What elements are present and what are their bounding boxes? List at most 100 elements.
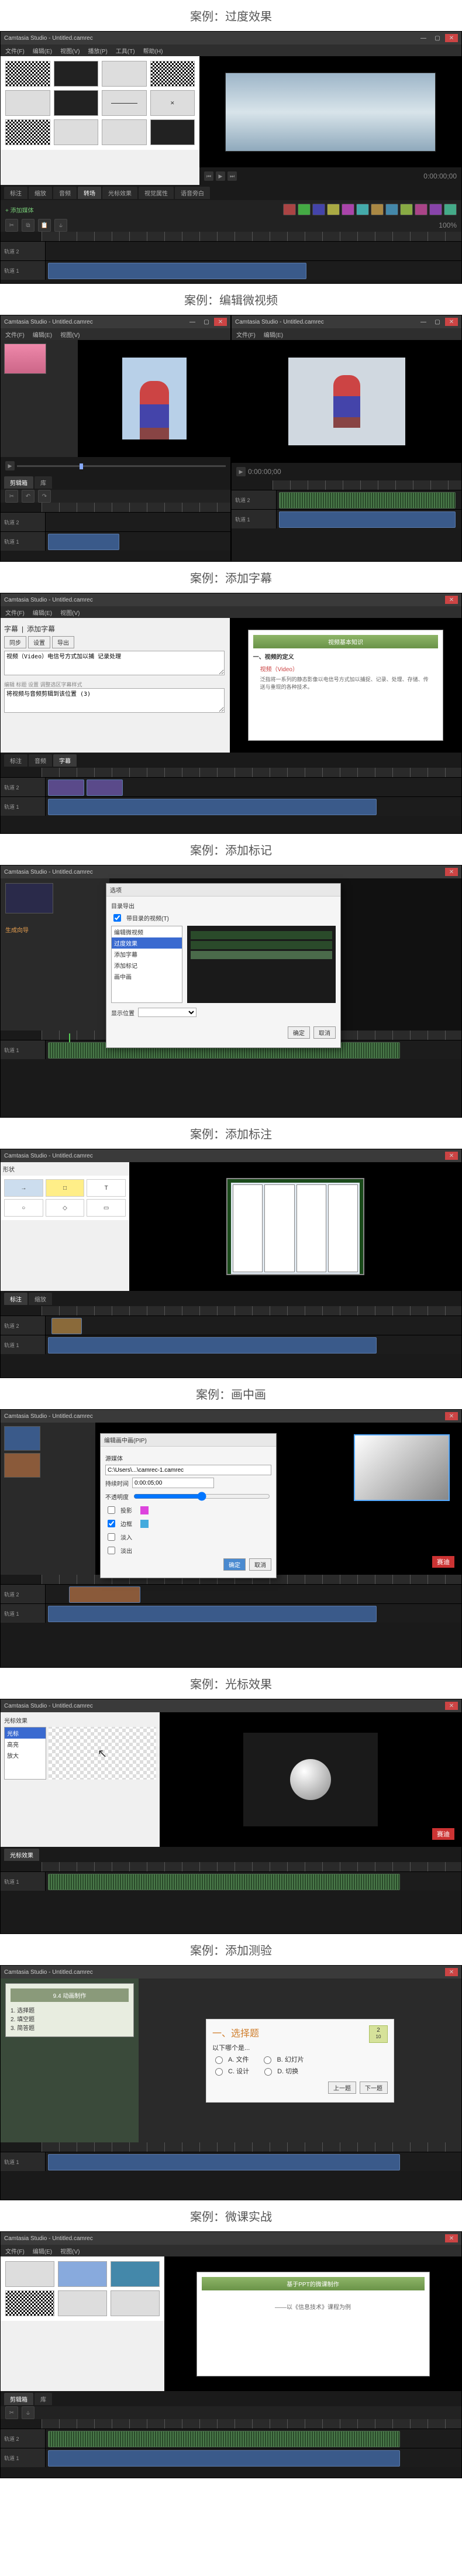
opacity-slider[interactable]	[133, 1492, 270, 1501]
tab-zoom[interactable]: 缩放	[29, 187, 52, 199]
list-item[interactable]: 编辑微视频	[112, 926, 182, 937]
tab-clip[interactable]: 剪辑箱	[4, 476, 33, 489]
track-label[interactable]: 轨道 1	[1, 797, 46, 816]
tab-audio[interactable]: 音频	[53, 187, 77, 199]
preview-canvas[interactable]: 赛迪	[160, 1712, 461, 1847]
transition-thumb[interactable]	[54, 119, 99, 145]
transition-thumb[interactable]	[150, 119, 195, 145]
option-radio[interactable]	[215, 2056, 223, 2064]
timeline-ruler[interactable]	[273, 480, 461, 490]
close-button[interactable]: ✕	[445, 1968, 458, 1976]
timeline-ruler[interactable]	[42, 2419, 461, 2429]
menu-edit[interactable]: 编辑(E)	[264, 330, 283, 339]
timeline-clip[interactable]	[48, 534, 119, 550]
menu-file[interactable]: 文件(F)	[236, 330, 256, 339]
effect-icon[interactable]	[356, 204, 369, 215]
effect-icon[interactable]	[400, 204, 413, 215]
timeline-clip[interactable]	[48, 1606, 377, 1622]
timeline-ruler[interactable]	[42, 768, 461, 777]
list-item[interactable]: 过度效果	[112, 937, 182, 949]
list-item[interactable]: 高亮	[5, 1739, 46, 1750]
close-button[interactable]: ✕	[445, 596, 458, 604]
list-item[interactable]: 添加字幕	[112, 949, 182, 960]
maximize-button[interactable]: ▢	[200, 318, 213, 326]
track-lane[interactable]	[46, 1604, 461, 1623]
track-lane[interactable]	[277, 510, 461, 528]
track-label[interactable]: 轨道 2	[1, 242, 46, 260]
timeline-clip[interactable]	[48, 1874, 400, 1890]
add-caption-button[interactable]: 添加字幕	[27, 624, 55, 634]
ok-button[interactable]: 确定	[223, 1558, 246, 1571]
effect-icon[interactable]	[312, 204, 325, 215]
close-button[interactable]: ✕	[445, 1152, 458, 1160]
tab-callout[interactable]: 标注	[4, 1293, 27, 1305]
menu-view[interactable]: 视图(V)	[60, 608, 80, 617]
track-label[interactable]: 轨道 2	[1, 778, 46, 796]
shape-arrow[interactable]: →	[4, 1179, 43, 1197]
play-button[interactable]: ▶	[216, 171, 225, 181]
close-button[interactable]: ✕	[214, 318, 227, 326]
close-button[interactable]: ✕	[445, 2234, 458, 2242]
maximize-button[interactable]: ▢	[431, 34, 444, 42]
caption-clip[interactable]	[87, 779, 123, 796]
tab-audio[interactable]: 音频	[29, 754, 52, 767]
transition-thumb[interactable]	[5, 61, 50, 87]
clip-thumb[interactable]	[5, 2261, 54, 2287]
track-lane[interactable]	[46, 1316, 461, 1335]
menu-edit[interactable]: 编辑(E)	[33, 2247, 52, 2255]
copy-button[interactable]: ⧉	[22, 219, 35, 232]
caption-tab[interactable]: 字幕	[4, 624, 18, 634]
menu-file[interactable]: 文件(F)	[5, 330, 25, 339]
clip-thumb[interactable]	[4, 344, 46, 374]
menu-edit[interactable]: 编辑(E)	[33, 46, 52, 55]
prev-button[interactable]: ⏮	[204, 171, 213, 181]
position-select[interactable]	[138, 1008, 196, 1017]
track-label[interactable]: 轨道 1	[1, 2448, 46, 2467]
track-lane[interactable]	[46, 261, 461, 280]
track-lane[interactable]	[277, 490, 461, 509]
caption-text-input-2[interactable]: 将视频与音频剪辑到该位置 (3)	[4, 688, 225, 713]
transition-thumb[interactable]	[102, 119, 147, 145]
split-button[interactable]: ⫝	[54, 219, 67, 232]
close-button[interactable]: ✕	[445, 318, 458, 326]
menu-play[interactable]: 播放(P)	[88, 46, 107, 55]
preview-canvas[interactable]	[129, 1162, 461, 1291]
menu-help[interactable]: 帮助(H)	[143, 46, 163, 55]
close-button[interactable]: ✕	[445, 34, 458, 42]
clip-thumb[interactable]	[58, 2290, 107, 2316]
timeline-clip[interactable]	[279, 511, 456, 528]
track-lane[interactable]	[46, 1872, 461, 1891]
timeline-ruler[interactable]	[42, 503, 230, 512]
option-radio[interactable]	[215, 2068, 223, 2076]
track-label[interactable]: 轨道 1	[1, 261, 46, 280]
tab-lib[interactable]: 库	[35, 476, 52, 489]
clip-thumb[interactable]	[4, 1453, 40, 1478]
cursor-options[interactable]: 光标 高亮 放大	[4, 1727, 46, 1780]
minimize-button[interactable]: —	[417, 318, 430, 326]
menu-tools[interactable]: 工具(T)	[116, 46, 135, 55]
shape-text[interactable]: T	[87, 1179, 126, 1197]
track-label[interactable]: 轨道 1	[1, 2152, 46, 2171]
split-button[interactable]: ⫝	[22, 2406, 35, 2419]
transition-thumb[interactable]	[5, 90, 50, 116]
timeline-ruler[interactable]	[42, 232, 461, 241]
preview-canvas[interactable]: 210 一、选择题 以下哪个是... A. 文件 B. 幻灯片 C. 设计 D.…	[139, 1979, 461, 2142]
effect-icon[interactable]	[429, 204, 442, 215]
shadow-checkbox[interactable]	[108, 1506, 115, 1514]
prev-question-button[interactable]: 上一题	[328, 2082, 356, 2094]
timeline-ruler[interactable]	[42, 1862, 461, 1871]
source-input[interactable]	[105, 1465, 271, 1475]
clip-thumb[interactable]	[58, 2261, 107, 2287]
transition-thumb[interactable]	[102, 61, 147, 87]
tab-callout[interactable]: 标注	[4, 187, 27, 199]
timeline-clip[interactable]	[48, 2154, 400, 2170]
track-label[interactable]: 轨道 1	[1, 1872, 46, 1891]
track-label[interactable]: 轨道 2	[1, 1316, 46, 1335]
track-lane[interactable]	[46, 1335, 461, 1354]
clip-thumb[interactable]	[111, 2261, 160, 2287]
shape-box[interactable]: ▭	[87, 1199, 126, 1217]
transition-thumb[interactable]	[54, 61, 99, 87]
menu-view[interactable]: 视图(V)	[60, 330, 80, 339]
callout-clip[interactable]	[51, 1318, 82, 1334]
export-button[interactable]: 导出	[52, 636, 74, 648]
